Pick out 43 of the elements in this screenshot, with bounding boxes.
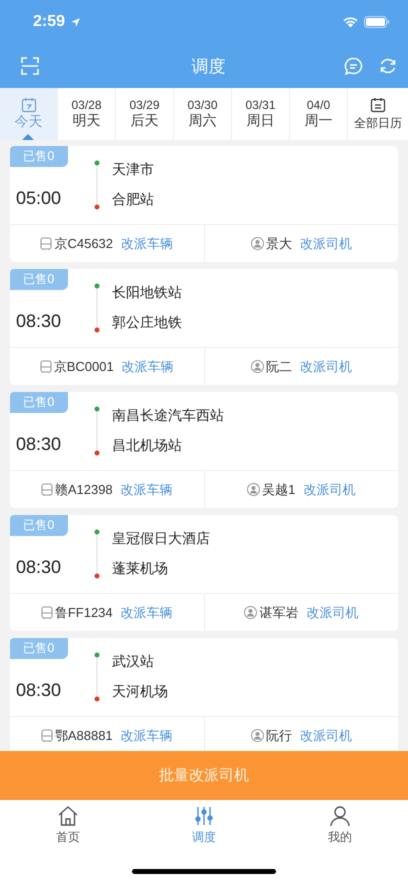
sold-badge: 已售0 [10, 269, 68, 290]
trip-card[interactable]: 已售0 05:00 天津市 合肥站 [10, 146, 398, 224]
destination-stop: 蓬莱机场 [112, 560, 169, 578]
driver-name: 吴越1 [262, 480, 296, 498]
vehicle-plate: 京C45632 [54, 234, 114, 252]
destination-stop: 合肥站 [112, 191, 154, 209]
origin-stop: 武汉站 [112, 653, 155, 671]
departure-time: 08:30 [15, 678, 62, 700]
trip-card[interactable]: 已售0 08:30 武汉站 天河机场 [10, 638, 398, 716]
departure-time: 08:30 [15, 310, 62, 332]
tab-bar-item[interactable]: 我的 [272, 800, 408, 850]
date-tab[interactable]: 03/31 周日 [232, 88, 290, 140]
page-title: 调度 [190, 56, 226, 78]
departure-time: 08:30 [15, 556, 62, 578]
origin-stop: 皇冠假日大酒店 [112, 530, 210, 548]
origin-stop: 天津市 [112, 161, 154, 179]
trip-card[interactable]: 已售0 08:30 长阳地铁站 郭公庄地铁 [10, 269, 398, 347]
driver-name: 阮二 [266, 358, 292, 376]
vehicle-plate: 赣A12398 [54, 480, 113, 498]
vehicle-plate: 京BC0001 [54, 358, 114, 376]
destination-stop: 天河机场 [112, 683, 168, 701]
origin-stop: 长阳地铁站 [112, 284, 182, 302]
trip-card[interactable]: 已售0 08:30 南昌长途汽车西站 昌北机场站 [10, 392, 398, 470]
date-tab[interactable]: 03/28 明天 [58, 88, 116, 140]
vehicle-plate: 鄂A88881 [54, 726, 113, 744]
sold-badge: 已售0 [10, 146, 68, 167]
departure-time: 08:30 [15, 432, 62, 454]
driver-name: 阮行 [266, 726, 292, 744]
sold-badge: 已售0 [10, 515, 68, 536]
driver-name: 景大 [266, 234, 292, 252]
trip-card[interactable]: 已售0 08:30 皇冠假日大酒店 蓬莱机场 [10, 515, 398, 593]
tab-bar-item[interactable]: 首页 [0, 800, 136, 850]
date-tab[interactable]: 03/29 后天 [116, 88, 174, 140]
date-tab[interactable]: 03/30 周六 [174, 88, 232, 140]
origin-stop: 南昌长途汽车西站 [112, 407, 224, 425]
vehicle-plate: 鲁FF1234 [54, 604, 113, 622]
destination-stop: 昌北机场站 [112, 437, 183, 455]
driver-name: 谌军岩 [259, 604, 298, 622]
departure-time: 05:00 [15, 186, 62, 208]
sold-badge: 已售0 [10, 392, 68, 413]
sold-badge: 已售0 [10, 638, 68, 659]
status-time: 2:59 [33, 13, 66, 31]
destination-stop: 郭公庄地铁 [112, 314, 182, 332]
